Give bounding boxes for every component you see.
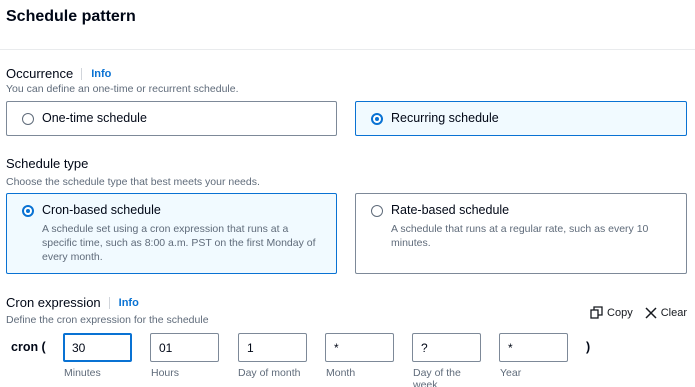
month-input[interactable]: [325, 333, 394, 362]
one-time-label: One-time schedule: [42, 111, 147, 125]
clear-button[interactable]: Clear: [645, 306, 687, 319]
clear-label: Clear: [660, 306, 687, 319]
day-of-month-input[interactable]: [238, 333, 307, 362]
occurrence-label: Occurrence: [6, 66, 74, 81]
cron-expression-description: Define the cron expression for the sched…: [6, 314, 209, 326]
cron-expression-label-row: Cron expression Info: [6, 295, 139, 310]
day-of-week-input[interactable]: [412, 333, 481, 362]
day-of-month-label: Day of month: [238, 367, 301, 379]
schedule-type-label-row: Schedule type: [6, 156, 88, 171]
one-time-schedule-option[interactable]: One-time schedule: [6, 101, 337, 136]
cron-suffix: ): [586, 340, 591, 354]
cron-based-schedule-option[interactable]: Cron-based schedule A schedule set using…: [6, 193, 337, 274]
month-label: Month: [326, 367, 356, 379]
rate-based-schedule-option[interactable]: Rate-based schedule A schedule that runs…: [355, 193, 687, 274]
cron-expression-label: Cron expression: [6, 295, 101, 310]
rate-based-label: Rate-based schedule: [391, 203, 510, 217]
cron-info-link[interactable]: Info: [108, 296, 139, 309]
cron-prefix: cron (: [11, 340, 46, 354]
hours-label: Hours: [151, 367, 180, 379]
schedule-type-description: Choose the schedule type that best meets…: [6, 176, 260, 188]
occurrence-label-row: Occurrence Info: [6, 66, 111, 81]
recurring-radio[interactable]: [371, 113, 383, 125]
schedule-type-label: Schedule type: [6, 156, 89, 171]
recurring-label: Recurring schedule: [391, 111, 499, 125]
cron-actions: Copy Clear: [590, 306, 687, 319]
close-icon: [645, 306, 657, 319]
minutes-input[interactable]: [63, 333, 132, 362]
hours-input[interactable]: [150, 333, 219, 362]
day-of-week-label: Day of the week: [413, 367, 461, 387]
minutes-label: Minutes: [64, 367, 101, 379]
cron-based-label: Cron-based schedule: [42, 203, 161, 217]
rate-based-description: A schedule that runs at a regular rate, …: [391, 223, 649, 249]
copy-button[interactable]: Copy: [590, 306, 633, 319]
copy-label: Copy: [607, 306, 633, 319]
rate-based-radio[interactable]: [371, 205, 383, 217]
occurrence-description: You can define an one-time or recurrent …: [6, 83, 239, 95]
year-input[interactable]: [499, 333, 568, 362]
section-title: Schedule pattern: [6, 8, 136, 25]
cron-based-radio[interactable]: [22, 205, 34, 217]
section-header: Schedule pattern: [0, 0, 695, 50]
copy-icon: [590, 306, 603, 319]
occurrence-info-link[interactable]: Info: [81, 67, 111, 80]
one-time-radio[interactable]: [22, 113, 34, 125]
recurring-schedule-option[interactable]: Recurring schedule: [355, 101, 687, 136]
cron-based-description: A schedule set using a cron expression t…: [42, 223, 316, 263]
year-label: Year: [500, 367, 522, 379]
